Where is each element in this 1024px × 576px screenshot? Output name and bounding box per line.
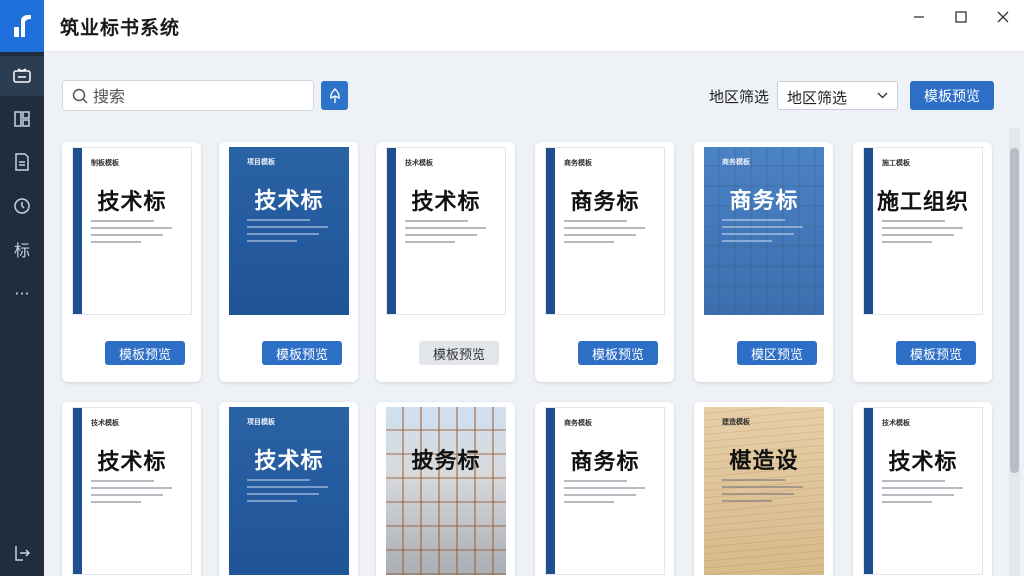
template-card[interactable]: 商务模板 商务标 xyxy=(535,402,674,576)
template-cover: 商务模板 商务标 xyxy=(704,147,824,315)
template-cover: 技术模板 技术标 xyxy=(72,407,192,575)
logout-icon xyxy=(15,546,31,561)
template-cover: 商务模板 商务标 xyxy=(545,147,665,315)
region-filter-select[interactable]: 地区筛选 xyxy=(777,81,898,110)
sidebar-item-files[interactable] xyxy=(0,142,44,182)
search-box[interactable] xyxy=(62,80,314,111)
template-card[interactable]: 项目模板 技术标 xyxy=(219,402,358,576)
template-title: 椹造设 xyxy=(729,449,799,474)
file-icon xyxy=(15,153,29,171)
maximize-button[interactable] xyxy=(944,6,978,28)
template-title: 技术标 xyxy=(97,190,167,215)
cover-header: 项目模板 xyxy=(247,158,275,166)
cover-header: 建造模板 xyxy=(722,418,750,426)
cover-header: 技术模板 xyxy=(91,419,119,427)
grid-icon xyxy=(14,111,30,127)
template-card[interactable]: 商务模板 商务标 模区预览 xyxy=(694,142,833,382)
template-title: 技术标 xyxy=(888,450,958,475)
template-cover: 制板模板 技术标 xyxy=(72,147,192,315)
template-card[interactable]: 建造模板 椹造设 xyxy=(694,402,833,576)
template-title: 技术标 xyxy=(254,189,324,214)
template-cover: 商务模板 商务标 xyxy=(545,407,665,575)
template-icon xyxy=(13,68,31,83)
app-logo-icon xyxy=(14,15,31,37)
sidebar-item-projects[interactable] xyxy=(0,99,44,139)
cover-header: 技术模板 xyxy=(405,159,433,167)
template-cover: 施工模板 施工组织 xyxy=(863,147,983,315)
maximize-icon xyxy=(955,11,967,23)
sidebar: 标 ··· xyxy=(0,0,44,576)
template-cover: 技术模板 技术标 xyxy=(386,147,506,315)
template-card[interactable]: 技术模板 技术标 xyxy=(62,402,201,576)
title-bar: 筑业标书系统 xyxy=(44,0,1024,52)
template-card[interactable]: 商务模板 商务标 模板预览 xyxy=(535,142,674,382)
sidebar-item-logout[interactable] xyxy=(0,533,44,573)
template-card[interactable]: 技术模板 技术标 模板预览 xyxy=(376,142,515,382)
template-title: 商务标 xyxy=(570,450,640,475)
app-logo xyxy=(0,0,44,52)
cover-header: 商务模板 xyxy=(564,419,592,427)
template-title: 施工组织 xyxy=(876,190,969,215)
template-card[interactable]: 技术模板 技术标 xyxy=(853,402,992,576)
template-cover: 项目模板 技术标 xyxy=(229,147,349,315)
template-title: 披务标 xyxy=(411,449,481,474)
template-title: 技术标 xyxy=(411,190,481,215)
template-preview-button[interactable]: 模板预览 xyxy=(910,81,994,110)
template-cover: 项目模板 技术标 xyxy=(229,407,349,575)
card-preview-button[interactable]: 模板预览 xyxy=(262,341,342,365)
card-preview-button[interactable]: 模板预览 xyxy=(105,341,185,365)
template-title: 技术标 xyxy=(97,450,167,475)
template-title: 商务标 xyxy=(570,190,640,215)
search-icon xyxy=(72,88,88,104)
sidebar-item-more[interactable]: ··· xyxy=(0,273,44,313)
sidebar-item-templates[interactable] xyxy=(0,56,44,96)
card-preview-button[interactable]: 模板预览 xyxy=(578,341,658,365)
region-filter-value: 地区筛选 xyxy=(787,89,848,107)
minimize-icon xyxy=(914,16,924,18)
chevron-down-icon xyxy=(877,92,888,99)
close-icon xyxy=(997,11,1009,23)
template-title: 技术标 xyxy=(254,449,324,474)
more-icon: ··· xyxy=(14,283,30,303)
minimize-button[interactable] xyxy=(902,6,936,28)
card-preview-button[interactable]: 模区预览 xyxy=(737,341,817,365)
card-preview-button[interactable]: 模板预览 xyxy=(896,341,976,365)
app-title: 筑业标书系统 xyxy=(60,17,181,39)
close-button[interactable] xyxy=(986,6,1020,28)
cover-header: 项目模板 xyxy=(247,418,275,426)
sidebar-item-bid[interactable]: 标 xyxy=(0,229,44,269)
template-cover: 技术模板 技术标 xyxy=(863,407,983,575)
template-card[interactable]: 施工模板 施工组织 模板预览 xyxy=(853,142,992,382)
filter-icon xyxy=(329,87,340,103)
filter-button[interactable] xyxy=(321,81,348,110)
bid-text-icon: 标 xyxy=(13,241,30,260)
template-card[interactable]: 制板模板 技术标 模板预览 xyxy=(62,142,201,382)
template-card[interactable]: 披务标 xyxy=(376,402,515,576)
cover-header: 技术模板 xyxy=(882,419,910,427)
template-card[interactable]: 项目模板 技术标 模板预览 xyxy=(219,142,358,382)
region-filter-label: 地区筛选 xyxy=(709,88,770,106)
card-preview-button[interactable]: 模板预览 xyxy=(419,341,499,365)
cover-header: 商务模板 xyxy=(564,159,592,167)
cover-header: 施工模板 xyxy=(882,159,910,167)
cover-header: 制板模板 xyxy=(91,159,119,167)
template-cover: 披务标 xyxy=(386,407,506,575)
cover-header: 商务模板 xyxy=(722,158,750,166)
template-cover: 建造模板 椹造设 xyxy=(704,407,824,575)
clock-icon xyxy=(14,198,30,214)
sidebar-item-history[interactable] xyxy=(0,186,44,226)
template-title: 商务标 xyxy=(729,189,799,214)
search-input[interactable] xyxy=(93,85,308,107)
scrollbar-thumb[interactable] xyxy=(1010,148,1019,473)
